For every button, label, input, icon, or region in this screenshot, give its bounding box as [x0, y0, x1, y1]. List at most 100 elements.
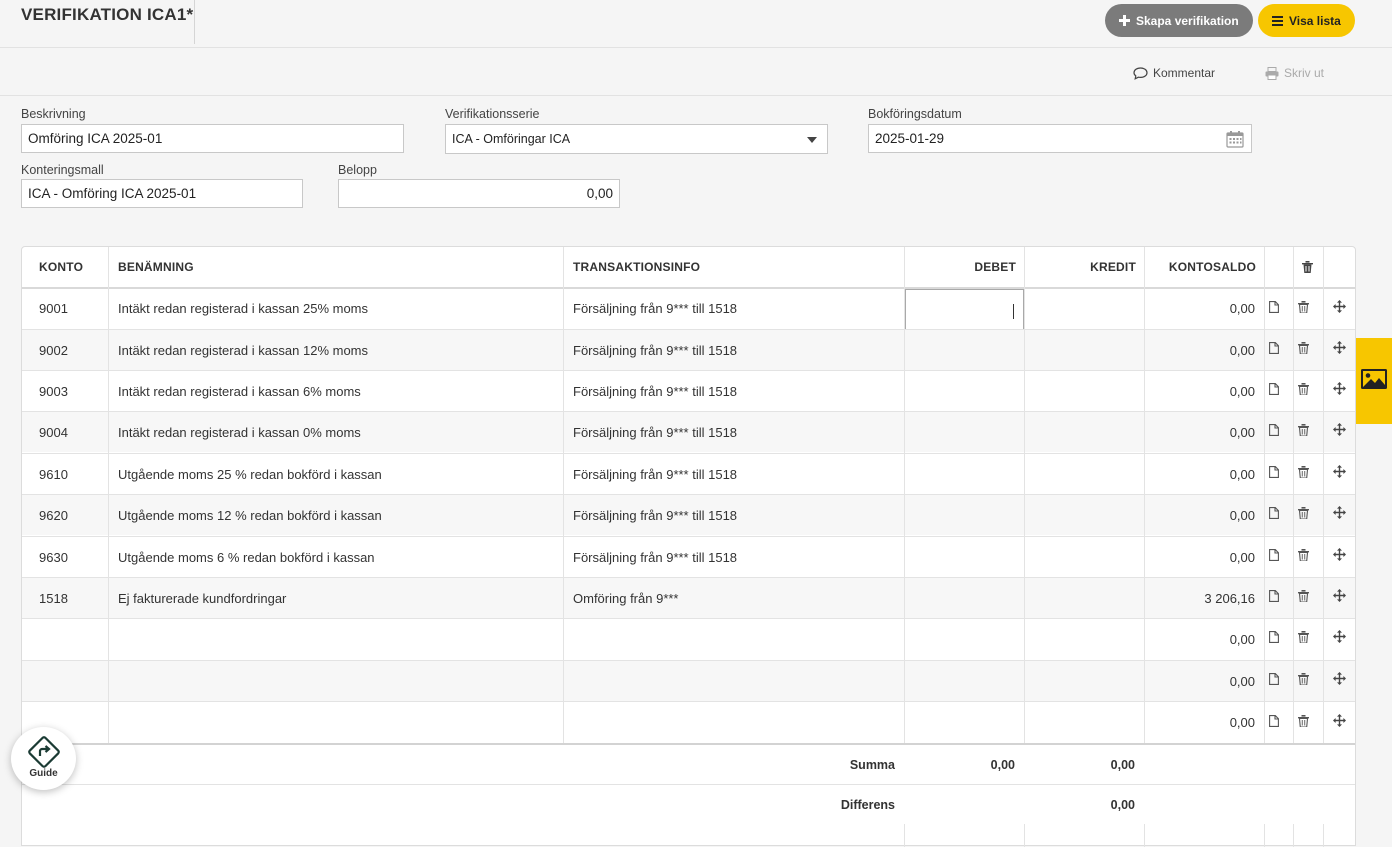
- transaktionsinfo-cell[interactable]: Försäljning från 9*** till 1518: [573, 289, 898, 328]
- debet-cell[interactable]: [905, 702, 1015, 743]
- header-kredit[interactable]: KREDIT: [1025, 247, 1136, 287]
- transaktionsinfo-cell[interactable]: Försäljning från 9*** till 1518: [573, 412, 898, 452]
- benamning-cell[interactable]: Utgående moms 6 % redan bokförd i kassan: [118, 537, 558, 577]
- guide-button[interactable]: Guide: [11, 727, 76, 790]
- transaktionsinfo-cell[interactable]: Försäljning från 9*** till 1518: [573, 330, 898, 370]
- konto-cell[interactable]: 9001: [39, 289, 104, 328]
- document-icon[interactable]: [1269, 465, 1279, 483]
- move-icon[interactable]: [1333, 672, 1346, 690]
- document-icon[interactable]: [1269, 506, 1279, 524]
- trash-icon[interactable]: [1298, 341, 1309, 359]
- move-icon[interactable]: [1333, 589, 1346, 607]
- show-list-button[interactable]: Visa lista: [1258, 4, 1355, 37]
- header-trash-icon[interactable]: [1302, 247, 1313, 287]
- header-benamning[interactable]: BENÄMNING: [118, 247, 194, 287]
- konto-cell[interactable]: 9003: [39, 371, 104, 411]
- transaktionsinfo-cell[interactable]: [573, 661, 898, 701]
- trash-icon[interactable]: [1298, 714, 1309, 732]
- benamning-cell[interactable]: Utgående moms 25 % redan bokförd i kassa…: [118, 454, 558, 494]
- print-button[interactable]: Skriv ut: [1265, 66, 1324, 80]
- debet-cell[interactable]: [905, 619, 1015, 659]
- calendar-icon[interactable]: [1226, 130, 1244, 151]
- transaktionsinfo-cell[interactable]: [573, 619, 898, 659]
- konto-cell[interactable]: [39, 661, 104, 701]
- konto-cell[interactable]: 1518: [39, 578, 104, 618]
- kredit-cell[interactable]: [1025, 289, 1135, 328]
- debet-cell[interactable]: [905, 454, 1015, 494]
- trash-icon[interactable]: [1298, 506, 1309, 524]
- header-transaktionsinfo[interactable]: TRANSAKTIONSINFO: [573, 247, 700, 287]
- konto-cell[interactable]: 9004: [39, 412, 104, 452]
- kredit-cell[interactable]: [1025, 495, 1135, 535]
- debet-input-active[interactable]: [905, 289, 1024, 330]
- trash-icon[interactable]: [1298, 423, 1309, 441]
- document-icon[interactable]: [1269, 630, 1279, 648]
- debet-cell[interactable]: [905, 537, 1015, 577]
- benamning-cell[interactable]: Ej fakturerade kundfordringar: [118, 578, 558, 618]
- benamning-cell[interactable]: [118, 619, 558, 659]
- benamning-cell[interactable]: Intäkt redan registerad i kassan 25% mom…: [118, 289, 558, 328]
- trash-icon[interactable]: [1298, 672, 1309, 690]
- trash-icon[interactable]: [1298, 465, 1309, 483]
- header-debet[interactable]: DEBET: [905, 247, 1016, 287]
- move-icon[interactable]: [1333, 548, 1346, 566]
- trash-icon[interactable]: [1298, 630, 1309, 648]
- debet-cell[interactable]: [905, 495, 1015, 535]
- amount-field[interactable]: 0,00: [338, 179, 620, 208]
- transaktionsinfo-cell[interactable]: Försäljning från 9*** till 1518: [573, 454, 898, 494]
- debet-cell[interactable]: [905, 330, 1015, 370]
- transaktionsinfo-cell[interactable]: [573, 702, 898, 743]
- kredit-cell[interactable]: [1025, 702, 1135, 743]
- konto-cell[interactable]: [39, 619, 104, 659]
- kredit-cell[interactable]: [1025, 454, 1135, 494]
- document-icon[interactable]: [1269, 382, 1279, 400]
- trash-icon[interactable]: [1298, 300, 1309, 318]
- kredit-cell[interactable]: [1025, 371, 1135, 411]
- benamning-cell[interactable]: Intäkt redan registerad i kassan 0% moms: [118, 412, 558, 452]
- kredit-cell[interactable]: [1025, 330, 1135, 370]
- debet-cell[interactable]: [905, 371, 1015, 411]
- kredit-cell[interactable]: [1025, 661, 1135, 701]
- date-field[interactable]: 2025-01-29: [868, 124, 1252, 153]
- konto-cell[interactable]: 9610: [39, 454, 104, 494]
- document-icon[interactable]: [1269, 341, 1279, 359]
- debet-cell[interactable]: [905, 412, 1015, 452]
- kredit-cell[interactable]: [1025, 578, 1135, 618]
- template-field[interactable]: ICA - Omföring ICA 2025-01: [21, 179, 303, 208]
- move-icon[interactable]: [1333, 465, 1346, 483]
- konto-cell[interactable]: 9002: [39, 330, 104, 370]
- move-icon[interactable]: [1333, 423, 1346, 441]
- document-icon[interactable]: [1269, 548, 1279, 566]
- trash-icon[interactable]: [1298, 382, 1309, 400]
- benamning-cell[interactable]: Intäkt redan registerad i kassan 12% mom…: [118, 330, 558, 370]
- move-icon[interactable]: [1333, 299, 1346, 318]
- kredit-cell[interactable]: [1025, 412, 1135, 452]
- trash-icon[interactable]: [1298, 589, 1309, 607]
- debet-cell[interactable]: [905, 578, 1015, 618]
- benamning-cell[interactable]: [118, 702, 558, 743]
- attachments-side-tab[interactable]: [1356, 338, 1392, 424]
- benamning-cell[interactable]: Utgående moms 12 % redan bokförd i kassa…: [118, 495, 558, 535]
- move-icon[interactable]: [1333, 630, 1346, 648]
- move-icon[interactable]: [1333, 382, 1346, 400]
- comment-button[interactable]: Kommentar: [1133, 66, 1215, 80]
- header-konto[interactable]: KONTO: [39, 247, 83, 287]
- move-icon[interactable]: [1333, 341, 1346, 359]
- kredit-cell[interactable]: [1025, 619, 1135, 659]
- benamning-cell[interactable]: [118, 661, 558, 701]
- document-icon[interactable]: [1269, 589, 1279, 607]
- series-select[interactable]: ICA - Omföringar ICA: [445, 124, 828, 154]
- konto-cell[interactable]: 9620: [39, 495, 104, 535]
- transaktionsinfo-cell[interactable]: Försäljning från 9*** till 1518: [573, 537, 898, 577]
- document-icon[interactable]: [1269, 423, 1279, 441]
- description-field[interactable]: Omföring ICA 2025-01: [21, 124, 404, 153]
- kredit-cell[interactable]: [1025, 537, 1135, 577]
- transaktionsinfo-cell[interactable]: Försäljning från 9*** till 1518: [573, 371, 898, 411]
- transaktionsinfo-cell[interactable]: Försäljning från 9*** till 1518: [573, 495, 898, 535]
- document-icon[interactable]: [1269, 672, 1279, 690]
- transaktionsinfo-cell[interactable]: Omföring från 9***: [573, 578, 898, 618]
- header-kontosaldo[interactable]: KONTOSALDO: [1145, 247, 1256, 287]
- document-icon[interactable]: [1269, 714, 1279, 732]
- document-icon[interactable]: [1269, 300, 1279, 318]
- move-icon[interactable]: [1333, 506, 1346, 524]
